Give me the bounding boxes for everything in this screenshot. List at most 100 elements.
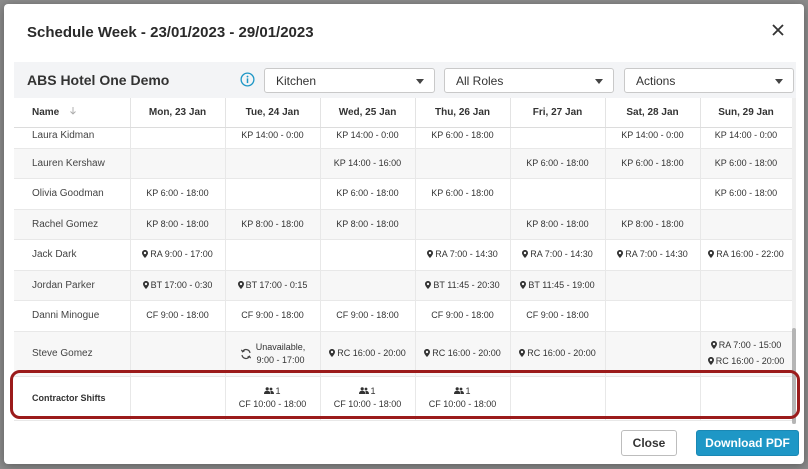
shift-cell[interactable]: KP 8:00 - 18:00 (605, 209, 701, 240)
shift-cell[interactable]: BT 17:00 - 0:30 (130, 270, 226, 301)
department-select-value: Kitchen (276, 74, 317, 88)
shift-cell[interactable] (225, 239, 321, 271)
shift-cell[interactable]: KP 6:00 - 18:00 (415, 127, 511, 149)
shift-cell[interactable]: KP 6:00 - 18:00 (605, 148, 701, 179)
shift-cell[interactable]: KP 14:00 - 16:00 (320, 148, 416, 179)
shift-cell[interactable]: RA 7:00 - 14:30 (415, 239, 511, 271)
shift-cell[interactable]: KP 6:00 - 18:00 (510, 148, 606, 179)
name-column-header[interactable]: Name (14, 98, 131, 128)
shift-cell[interactable]: KP 8:00 - 18:00 (130, 209, 226, 240)
shift-cell[interactable]: KP 6:00 - 18:00 (320, 178, 416, 210)
shift-cell[interactable]: RC 16:00 - 20:00 (510, 331, 606, 377)
people-icon (264, 387, 275, 394)
close-icon[interactable] (770, 22, 786, 38)
shift-cell[interactable] (225, 148, 321, 179)
shift-cell[interactable] (605, 300, 701, 332)
shift-cell[interactable]: BT 11:45 - 20:30 (415, 270, 511, 301)
schedule-content: ABS Hotel One Demo Kitchen All Roles Act… (14, 62, 796, 424)
contractor-shift-cell[interactable]: 1 CF 10:00 - 18:00 (320, 376, 416, 421)
table-row: Olivia Goodman KP 6:00 - 18:00 KP 6:00 -… (14, 178, 792, 210)
vertical-scrollbar[interactable] (792, 98, 796, 424)
shift-cell[interactable]: CF 9:00 - 18:00 (225, 300, 321, 332)
shift-cell[interactable] (415, 148, 511, 179)
shift-cell[interactable]: KP 6:00 - 18:00 (700, 148, 792, 179)
contractor-shift-cell[interactable]: 1 CF 10:00 - 18:00 (225, 376, 321, 421)
shift-cell[interactable] (605, 178, 701, 210)
shift-cell[interactable]: CF 9:00 - 18:00 (320, 300, 416, 332)
employee-name: Jordan Parker (14, 270, 131, 301)
roles-select-value: All Roles (456, 74, 504, 88)
table-row: Danni Minogue CF 9:00 - 18:00 CF 9:00 - … (14, 300, 792, 332)
location-pin-icon (237, 280, 244, 289)
shift-cell[interactable]: RA 16:00 - 22:00 (700, 239, 792, 271)
shift-cell[interactable] (605, 376, 701, 421)
table-row: Steve Gomez Unavailable, 9:00 - 17:00 RC… (14, 331, 792, 377)
shift-cell[interactable]: CF 9:00 - 18:00 (510, 300, 606, 332)
department-select[interactable]: Kitchen (264, 68, 435, 93)
shift-cell[interactable]: KP 8:00 - 18:00 (320, 209, 416, 240)
shift-cell[interactable]: KP 14:00 - 0:00 (605, 127, 701, 149)
shift-cell[interactable] (510, 178, 606, 210)
table-row: Jordan Parker BT 17:00 - 0:30 BT 17:00 -… (14, 270, 792, 301)
shift-cell[interactable]: RA 7:00 - 14:30 (510, 239, 606, 271)
contractor-shift-cell[interactable]: 1 CF 10:00 - 18:00 (415, 376, 511, 421)
shift-cell[interactable]: KP 8:00 - 18:00 (510, 209, 606, 240)
shift-cell[interactable] (320, 239, 416, 271)
contractor-shifts-label: Contractor Shifts (14, 376, 131, 421)
shift-cell[interactable]: BT 11:45 - 19:00 (510, 270, 606, 301)
shift-cell[interactable]: KP 14:00 - 0:00 (700, 127, 792, 149)
unavailable-label: Unavailable, (255, 341, 306, 352)
roles-select[interactable]: All Roles (444, 68, 614, 93)
shift-cell[interactable] (130, 127, 226, 149)
close-button[interactable]: Close (621, 430, 677, 456)
download-pdf-button[interactable]: Download PDF (696, 430, 799, 456)
unavailable-cell[interactable]: Unavailable, 9:00 - 17:00 (225, 331, 321, 377)
shift-cell[interactable]: KP 6:00 - 18:00 (415, 178, 511, 210)
shift-cell[interactable]: KP 6:00 - 18:00 (130, 178, 226, 210)
shift-cell[interactable]: KP 6:00 - 18:00 (700, 178, 792, 210)
shift-cell[interactable]: RC 16:00 - 20:00 (320, 331, 416, 377)
location-pin-icon (707, 357, 714, 365)
shift-cell[interactable]: KP 14:00 - 0:00 (225, 127, 321, 149)
day-header: Sun, 29 Jan (700, 98, 792, 128)
unavailable-time: 9:00 - 17:00 (256, 354, 305, 365)
chevron-down-icon (416, 79, 424, 84)
table-header-row: Name Mon, 23 Jan Tue, 24 Jan Wed, 25 Jan… (14, 98, 792, 128)
shift-cell[interactable]: RA 7:00 - 15:00 RC 16:00 - 20:00 (700, 331, 792, 377)
shift-cell[interactable] (605, 270, 701, 301)
location-pin-icon (708, 250, 715, 259)
shift-cell[interactable]: CF 9:00 - 18:00 (130, 300, 226, 332)
location-pin-icon (617, 250, 624, 259)
shift-cell[interactable] (225, 178, 321, 210)
shift-cell[interactable] (320, 270, 416, 301)
sort-arrow-icon[interactable] (70, 106, 76, 115)
shift-cell[interactable]: RC 16:00 - 20:00 (415, 331, 511, 377)
shift-cell[interactable] (700, 270, 792, 301)
shift-cell[interactable] (605, 331, 701, 377)
info-icon[interactable] (240, 72, 255, 87)
shift-cell[interactable] (510, 376, 606, 421)
shift-cell[interactable]: RA 9:00 - 17:00 (130, 239, 226, 271)
location-pin-icon (424, 349, 431, 357)
shift-cell[interactable]: BT 17:00 - 0:15 (225, 270, 321, 301)
shift-cell[interactable] (130, 331, 226, 377)
scrollbar-thumb[interactable] (792, 328, 796, 424)
shift-cell[interactable] (700, 376, 792, 421)
shift-cell[interactable] (510, 127, 606, 149)
shift-cell[interactable]: KP 14:00 - 0:00 (320, 127, 416, 149)
shift-cell[interactable] (415, 209, 511, 240)
shift-cell[interactable] (700, 300, 792, 332)
shift-cell[interactable]: KP 8:00 - 18:00 (225, 209, 321, 240)
actions-select[interactable]: Actions (624, 68, 794, 93)
location-pin-icon (520, 280, 527, 289)
shift-cell[interactable] (130, 148, 226, 179)
shift-cell[interactable]: CF 9:00 - 18:00 (415, 300, 511, 332)
shift-cell[interactable] (130, 376, 226, 421)
employee-name: Danni Minogue (14, 300, 131, 332)
shift-cell[interactable] (700, 209, 792, 240)
location-pin-icon (329, 349, 336, 357)
day-header: Wed, 25 Jan (320, 98, 416, 128)
shift-cell[interactable]: RA 7:00 - 14:30 (605, 239, 701, 271)
employee-name: Rachel Gomez (14, 209, 131, 240)
contractor-row: Contractor Shifts 1 CF 10:00 - 18:00 1 C… (14, 376, 792, 421)
